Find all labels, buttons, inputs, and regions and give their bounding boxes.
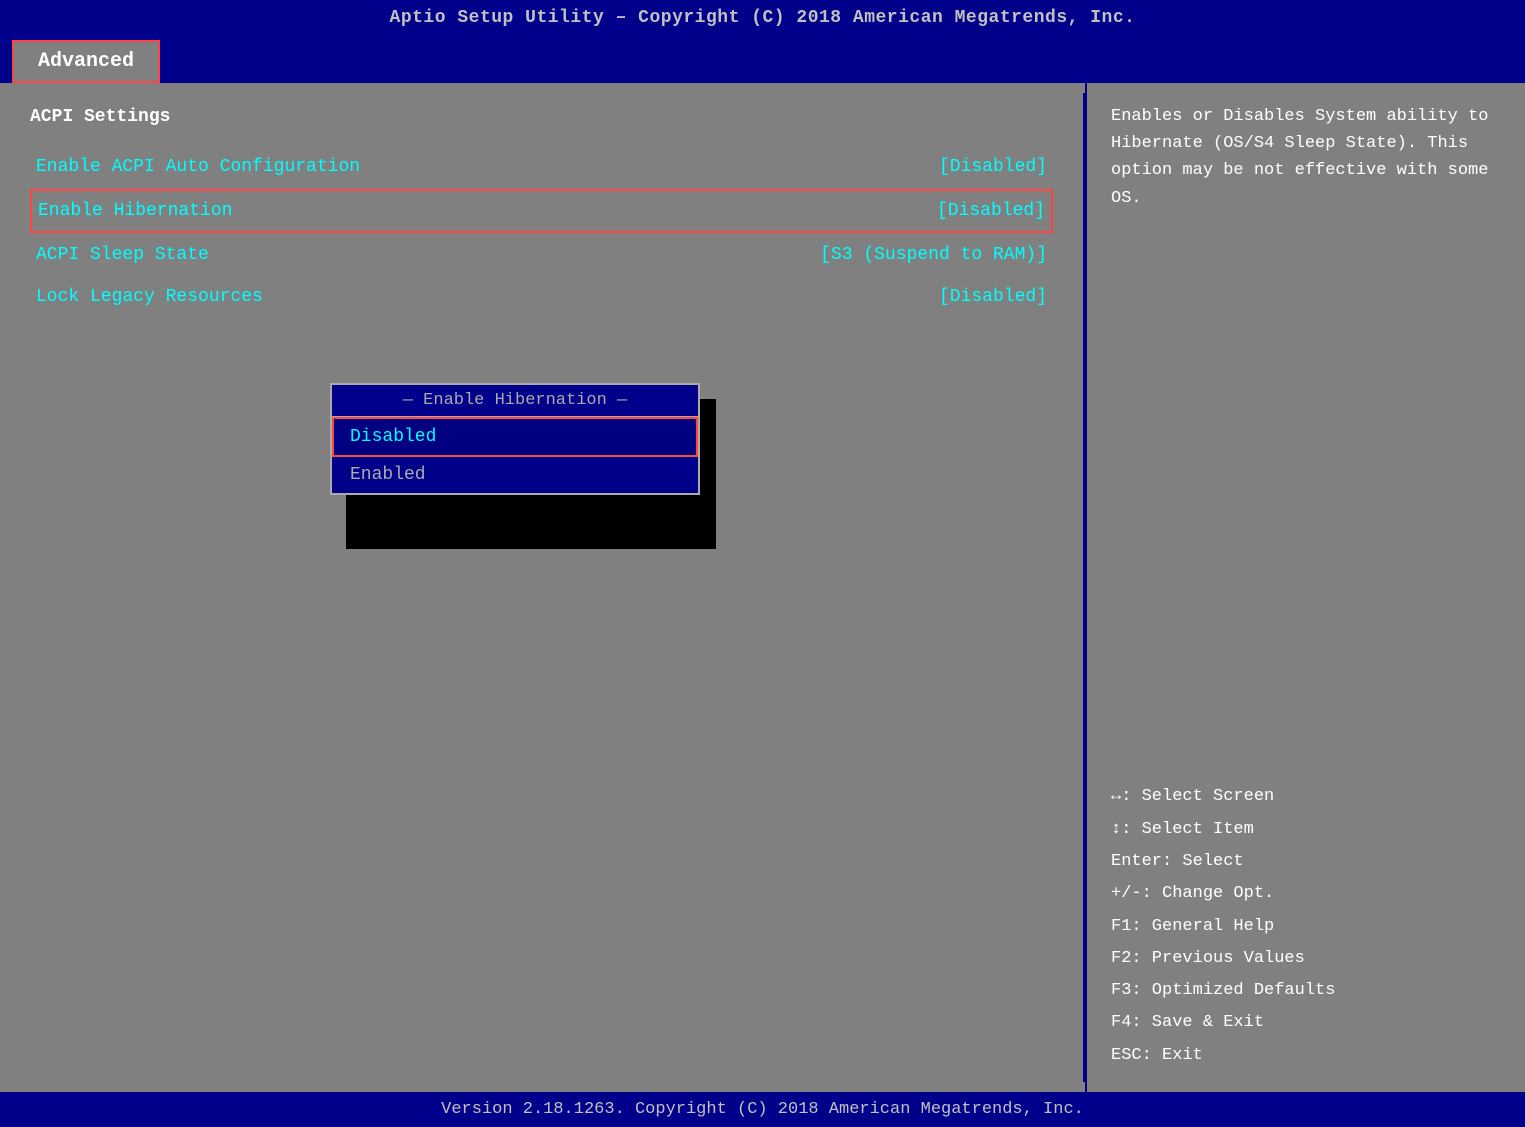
popup-item-enabled[interactable]: Enabled: [332, 457, 698, 493]
key-help: ↔: Select Screen ↕: Select Item Enter: S…: [1111, 781, 1501, 1072]
setting-value-sleep-state: [S3 (Suspend to RAM)]: [820, 245, 1047, 265]
main-content: ACPI Settings Enable ACPI Auto Configura…: [0, 83, 1525, 1092]
menu-bar: Advanced: [0, 36, 1525, 83]
right-panel: Enables or Disables System ability to Hi…: [1085, 83, 1525, 1092]
key-previous-values: F2: Previous Values: [1111, 943, 1501, 975]
popup-item-disabled[interactable]: Disabled: [332, 417, 698, 457]
help-text: Enables or Disables System ability to Hi…: [1111, 103, 1501, 212]
key-change-opt: +/-: Change Opt.: [1111, 878, 1501, 910]
key-general-help: F1: General Help: [1111, 911, 1501, 943]
key-select-screen: ↔: Select Screen: [1111, 781, 1501, 813]
footer-text: Version 2.18.1263. Copyright (C) 2018 Am…: [441, 1100, 1084, 1119]
key-select-item: ↕: Select Item: [1111, 814, 1501, 846]
popup-overlay: Enable Hibernation Disabled Enabled: [330, 383, 700, 495]
setting-label-acpi-auto: Enable ACPI Auto Configuration: [36, 157, 919, 177]
right-panel-inner: Enables or Disables System ability to Hi…: [1111, 103, 1501, 1072]
key-esc-exit: ESC: Exit: [1111, 1040, 1501, 1072]
section-title: ACPI Settings: [30, 107, 1053, 127]
setting-value-hibernation: [Disabled]: [937, 201, 1045, 221]
setting-label-hibernation: Enable Hibernation: [38, 201, 917, 221]
setting-label-lock-legacy: Lock Legacy Resources: [36, 287, 919, 307]
key-optimized-defaults: F3: Optimized Defaults: [1111, 975, 1501, 1007]
setting-value-acpi-auto: [Disabled]: [939, 157, 1047, 177]
menu-tab-advanced[interactable]: Advanced: [12, 40, 160, 83]
bios-screen: Aptio Setup Utility – Copyright (C) 2018…: [0, 0, 1525, 1127]
setting-row-hibernation[interactable]: Enable Hibernation [Disabled]: [30, 189, 1053, 233]
popup-title: Enable Hibernation: [332, 385, 698, 417]
setting-value-lock-legacy: [Disabled]: [939, 287, 1047, 307]
key-save-exit: F4: Save & Exit: [1111, 1007, 1501, 1039]
setting-row-sleep-state[interactable]: ACPI Sleep State [S3 (Suspend to RAM)]: [30, 235, 1053, 275]
footer: Version 2.18.1263. Copyright (C) 2018 Am…: [0, 1092, 1525, 1127]
title-bar: Aptio Setup Utility – Copyright (C) 2018…: [0, 0, 1525, 36]
title-text: Aptio Setup Utility – Copyright (C) 2018…: [390, 8, 1136, 28]
setting-row-lock-legacy[interactable]: Lock Legacy Resources [Disabled]: [30, 277, 1053, 317]
setting-label-sleep-state: ACPI Sleep State: [36, 245, 800, 265]
spacer: [1111, 242, 1501, 782]
popup-dialog: Enable Hibernation Disabled Enabled: [330, 383, 700, 495]
key-enter-select: Enter: Select: [1111, 846, 1501, 878]
setting-row-acpi-auto[interactable]: Enable ACPI Auto Configuration [Disabled…: [30, 147, 1053, 187]
left-panel: ACPI Settings Enable ACPI Auto Configura…: [0, 83, 1083, 1092]
